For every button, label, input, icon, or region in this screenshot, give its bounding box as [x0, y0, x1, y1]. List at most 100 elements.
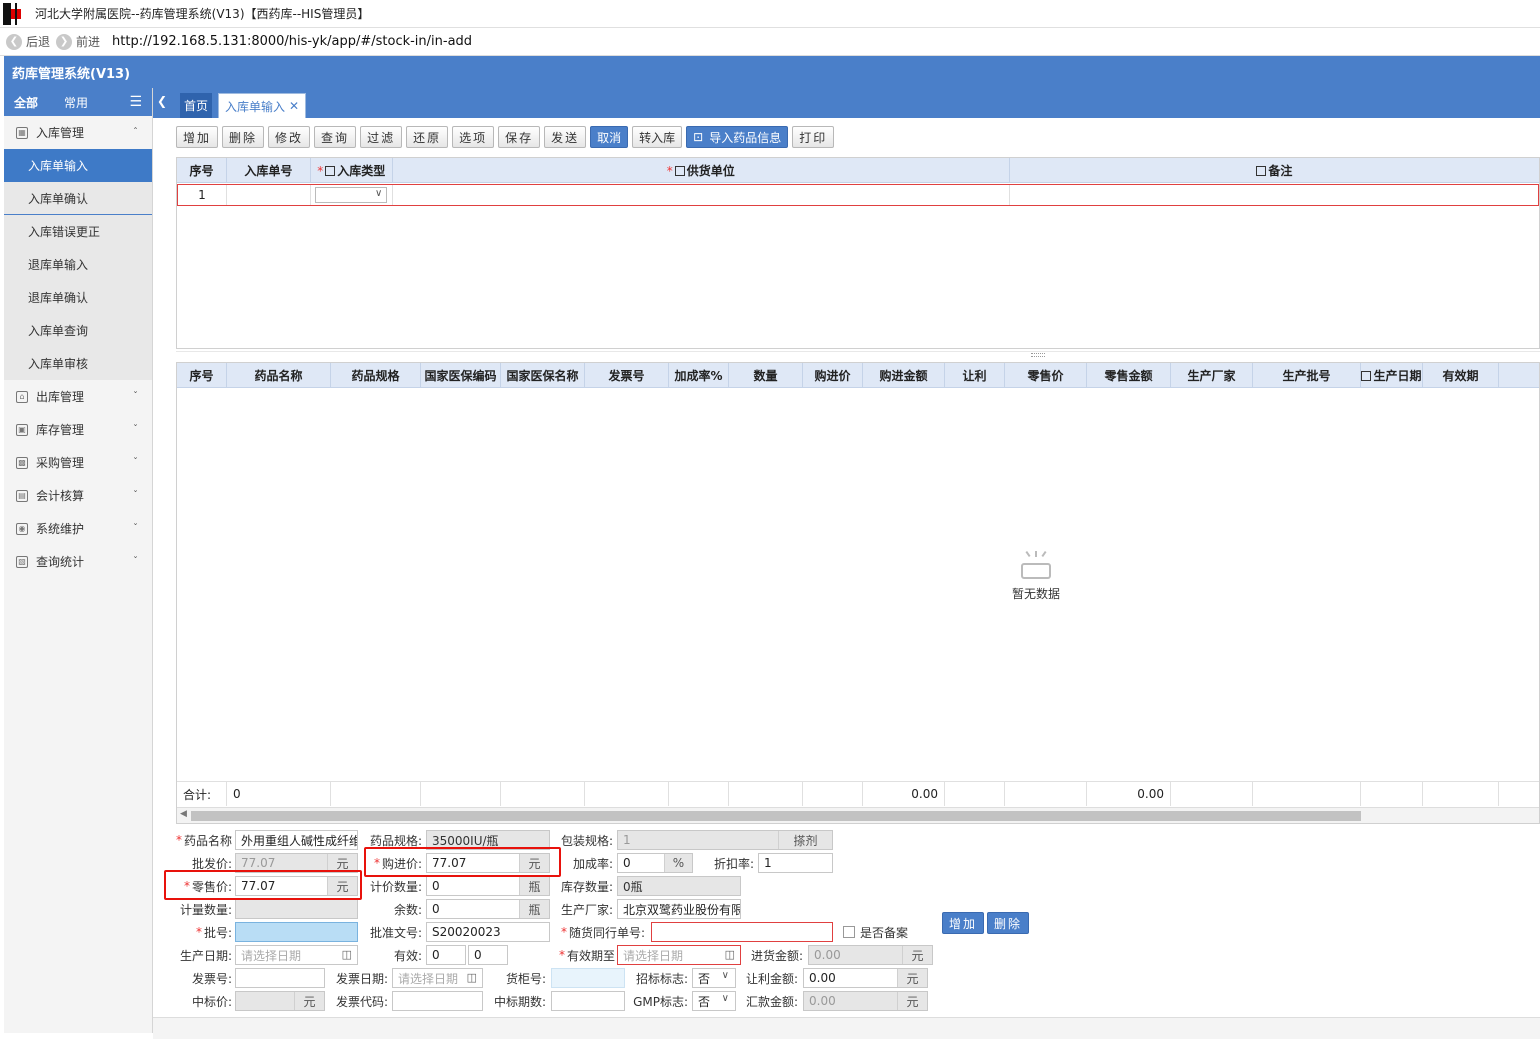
- menu-item-return-confirm[interactable]: 退库单确认: [4, 281, 152, 314]
- empty-text: 暂无数据: [1011, 587, 1060, 601]
- forward-arrow-icon: ❯: [56, 33, 73, 50]
- col-supplier-label: 供货单位: [686, 164, 735, 178]
- import-drug-info-button[interactable]: ⊡ 导入药品信息: [686, 126, 789, 148]
- form-delete-button[interactable]: 删除: [987, 912, 1030, 934]
- table-row[interactable]: 1 ∨: [177, 184, 1539, 206]
- panel-splitter[interactable]: [176, 351, 1540, 359]
- query-button[interactable]: 查询: [314, 126, 357, 148]
- menu-group-stock-in[interactable]: ▦ 入库管理 ˆ: [4, 116, 152, 149]
- filing-checkbox[interactable]: [843, 926, 855, 938]
- restore-button[interactable]: 还原: [406, 126, 449, 148]
- markup-value: 0: [623, 856, 631, 870]
- menu-group-statistics[interactable]: ▧ 查询统计 ˇ: [4, 545, 152, 578]
- forward-button[interactable]: ❯ 前进: [56, 33, 100, 50]
- cell-order-no[interactable]: [227, 185, 311, 205]
- approval-field[interactable]: S20020023: [426, 922, 550, 942]
- col-qty: 数量: [729, 363, 803, 388]
- col-spec: 药品规格: [331, 363, 421, 388]
- print-button[interactable]: 打印: [792, 126, 835, 148]
- stock-in-type-select[interactable]: ∨: [315, 187, 388, 203]
- bid-price-label: 中标价:: [191, 994, 232, 1009]
- send-button[interactable]: 发送: [544, 126, 587, 148]
- invoice-date-picker[interactable]: 请选择日期 ◫: [392, 968, 483, 988]
- prod-date-picker[interactable]: 请选择日期 ◫: [235, 945, 358, 965]
- menu-group-system[interactable]: ◉ 系统维护 ˇ: [4, 512, 152, 545]
- pack-field: 1 搽剂: [617, 830, 833, 850]
- valid-field-2[interactable]: 0: [468, 945, 508, 965]
- total-purchase-amount: 0.00: [863, 782, 945, 806]
- horizontal-scrollbar[interactable]: ◀: [177, 807, 1539, 823]
- tab-strip: ❮ 首页 入库单输入 ✕: [153, 88, 1540, 118]
- chevron-up-icon: ˆ: [133, 127, 138, 138]
- inventory-icon: ▣: [16, 423, 28, 436]
- drug-name-field[interactable]: 外用重组人碱性成纤维: [235, 830, 358, 850]
- delete-button[interactable]: 删除: [222, 126, 265, 148]
- scrollbar-thumb[interactable]: [191, 811, 1361, 821]
- gmp-select[interactable]: 否 ∨: [692, 991, 736, 1011]
- address-bar[interactable]: http://192.168.5.131:8000/his-yk/app/#/s…: [112, 34, 472, 49]
- tab-prev-icon[interactable]: ❮: [157, 94, 167, 108]
- maker-field[interactable]: 北京双鹭药业股份有限公司: [617, 899, 741, 919]
- app-logo-icon: [3, 2, 25, 25]
- edit-icon: [325, 165, 336, 176]
- save-button[interactable]: 保存: [498, 126, 541, 148]
- wholesale-value: 77.07: [241, 856, 276, 870]
- menu-item-return-entry[interactable]: 退库单输入: [4, 248, 152, 281]
- menu-item-stock-in-audit[interactable]: 入库单审核: [4, 347, 152, 380]
- menu-group-accounting[interactable]: ▤ 会计核算 ˇ: [4, 479, 152, 512]
- col-expiry: 有效期: [1423, 363, 1499, 388]
- statistics-icon: ▧: [16, 555, 28, 568]
- invoice-no-field[interactable]: [235, 968, 325, 988]
- menu-toggle-icon[interactable]: ☰: [129, 94, 142, 110]
- close-icon[interactable]: ✕: [289, 99, 299, 113]
- tab-home[interactable]: 首页: [180, 93, 213, 118]
- chevron-down-icon: ∨: [375, 188, 383, 199]
- tender-select[interactable]: 否 ∨: [692, 968, 736, 988]
- forward-label: 前进: [76, 35, 101, 49]
- required-mark: *: [666, 163, 673, 178]
- calendar-icon: ◫: [466, 971, 477, 984]
- col-insurance-name: 国家医保名称: [501, 363, 585, 388]
- price-qty-field[interactable]: 0瓶: [426, 876, 550, 896]
- cancel-button[interactable]: 取消: [590, 126, 629, 148]
- form-add-button[interactable]: 增加: [942, 912, 985, 934]
- menu-item-stock-in-entry[interactable]: 入库单输入: [4, 149, 152, 182]
- options-button[interactable]: 选项: [452, 126, 495, 148]
- edit-icon: [674, 165, 685, 176]
- sidebar-tab-all[interactable]: 全部: [4, 94, 48, 111]
- cabinet-field[interactable]: [551, 968, 625, 988]
- bid-period-field[interactable]: [551, 991, 625, 1011]
- in-amount-unit: 元: [902, 946, 932, 964]
- discount-field[interactable]: 1: [758, 853, 833, 873]
- batch-field[interactable]: [235, 922, 358, 942]
- stock-qty-field: 0瓶: [617, 876, 741, 896]
- invoice-code-field[interactable]: [392, 991, 483, 1011]
- sidebar-tab-common[interactable]: 常用: [54, 94, 98, 111]
- menu-item-stock-in-correction[interactable]: 入库错误更正: [4, 215, 152, 248]
- menu-group-stock-out[interactable]: ⌂ 出库管理 ˇ: [4, 380, 152, 413]
- tab-stock-in-entry[interactable]: 入库单输入 ✕: [218, 93, 307, 118]
- grip-icon: [1031, 353, 1045, 357]
- cell-supplier[interactable]: [393, 185, 1011, 205]
- cell-remark[interactable]: [1010, 185, 1538, 205]
- remain-field[interactable]: 0瓶: [426, 899, 550, 919]
- stock-qty-label: 库存数量:: [560, 879, 613, 894]
- menu-item-stock-in-query[interactable]: 入库单查询: [4, 314, 152, 347]
- col-drug-name: 药品名称: [227, 363, 331, 388]
- menu-item-stock-in-confirm[interactable]: 入库单确认: [4, 182, 152, 215]
- back-button[interactable]: ❮ 后退: [6, 33, 50, 50]
- expiry-date-picker[interactable]: 请选择日期 ◫: [617, 945, 741, 965]
- transfer-in-button[interactable]: 转入库: [632, 126, 683, 148]
- add-button[interactable]: 增加: [176, 126, 219, 148]
- system-icon: ◉: [16, 522, 28, 535]
- valid-field-1[interactable]: 0: [426, 945, 466, 965]
- accomp-field[interactable]: [651, 922, 833, 942]
- filter-button[interactable]: 过滤: [360, 126, 403, 148]
- scroll-left-icon[interactable]: ◀: [180, 809, 187, 819]
- menu-group-inventory[interactable]: ▣ 库存管理 ˇ: [4, 413, 152, 446]
- app-title: 药库管理系统(V13): [12, 66, 131, 82]
- menu-group-purchase[interactable]: ▩ 采购管理 ˇ: [4, 446, 152, 479]
- rebate-field[interactable]: 0.00 元: [803, 968, 928, 988]
- markup-field[interactable]: 0%: [617, 853, 693, 873]
- edit-button[interactable]: 修改: [268, 126, 311, 148]
